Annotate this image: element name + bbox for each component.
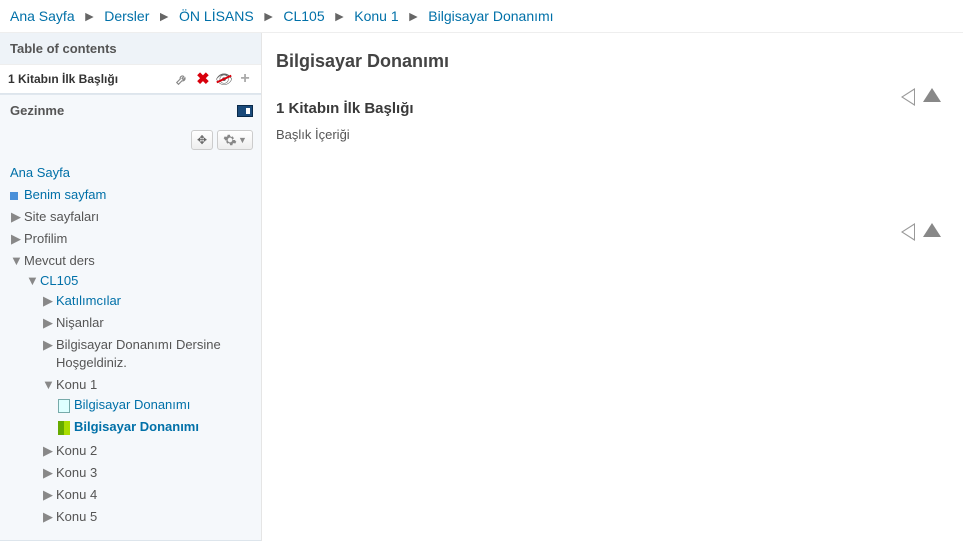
nav-mypage[interactable]: Benim sayfam (24, 187, 106, 202)
prev-chapter-icon[interactable] (901, 88, 915, 106)
chapter-nav-top (901, 88, 941, 106)
prev-chapter-icon[interactable] (901, 223, 915, 241)
chapter-nav-bottom (901, 223, 941, 241)
toc-current-label: 1 Kitabın İlk Başlığı (8, 72, 174, 86)
expand-icon[interactable]: ▶ (42, 292, 54, 310)
up-icon[interactable] (923, 223, 941, 237)
expand-icon[interactable]: ▶ (10, 230, 22, 248)
page-icon (58, 399, 70, 413)
expand-icon[interactable]: ▶ (10, 208, 22, 226)
expand-icon[interactable]: ▶ (42, 486, 54, 504)
delete-icon[interactable]: ✖ (195, 71, 211, 87)
add-icon[interactable]: + (237, 71, 253, 87)
expand-icon[interactable]: ▶ (42, 336, 54, 354)
nav-block: Gezinme ✥ ▼ Ana Sayfa Benim sayfam ▶Site… (0, 94, 261, 541)
nav-welcome[interactable]: Bilgisayar Donanımı Dersine Hoşgeldiniz. (56, 336, 236, 372)
nav-participants[interactable]: Katılımcılar (56, 293, 121, 308)
gear-icon[interactable]: ▼ (217, 130, 253, 150)
breadcrumb-sep: ► (83, 8, 97, 24)
breadcrumb-item[interactable]: Ana Sayfa (10, 8, 75, 24)
breadcrumb-sep: ► (407, 8, 421, 24)
breadcrumb-item[interactable]: ÖN LİSANS (179, 8, 254, 24)
breadcrumb: Ana Sayfa ► Dersler ► ÖN LİSANS ► CL105 … (0, 0, 963, 33)
expand-icon[interactable]: ▶ (42, 508, 54, 526)
chapter-body: Başlık İçeriği (276, 127, 941, 142)
nav-topic3[interactable]: Konu 3 (56, 465, 97, 480)
breadcrumb-sep: ► (157, 8, 171, 24)
dock-icon[interactable] (237, 105, 253, 117)
nav-topic4[interactable]: Konu 4 (56, 487, 97, 502)
nav-header: Gezinme (10, 103, 237, 118)
breadcrumb-item[interactable]: Konu 1 (354, 8, 398, 24)
nav-profile[interactable]: Profilim (24, 231, 67, 246)
nav-topic5[interactable]: Konu 5 (56, 509, 97, 524)
nav-topic2[interactable]: Konu 2 (56, 443, 97, 458)
nav-currentcourse[interactable]: Mevcut ders (24, 253, 95, 268)
nav-tree: Ana Sayfa Benim sayfam ▶Site sayfaları ▶… (0, 158, 261, 540)
collapse-icon[interactable]: ▼ (42, 376, 54, 394)
nav-home[interactable]: Ana Sayfa (10, 165, 70, 180)
nav-resource[interactable]: Bilgisayar Donanımı (74, 397, 190, 412)
breadcrumb-item[interactable]: Dersler (104, 8, 149, 24)
collapse-icon[interactable]: ▼ (26, 272, 38, 290)
toc-current-item: 1 Kitabın İlk Başlığı ✖ 👁 + (0, 64, 261, 93)
wrench-icon[interactable] (174, 71, 190, 87)
collapse-icon[interactable]: ▼ (10, 252, 22, 270)
expand-icon[interactable]: ▶ (42, 464, 54, 482)
nav-course[interactable]: CL105 (40, 273, 78, 288)
book-icon (58, 421, 70, 435)
move-icon[interactable]: ✥ (191, 130, 213, 150)
expand-icon[interactable]: ▶ (42, 442, 54, 460)
breadcrumb-sep: ► (333, 8, 347, 24)
nav-sitepages[interactable]: Site sayfaları (24, 209, 99, 224)
nav-topic1[interactable]: Konu 1 (56, 377, 97, 392)
sidebar: Table of contents 1 Kitabın İlk Başlığı … (0, 33, 262, 541)
expand-icon[interactable]: ▶ (42, 314, 54, 332)
toc-header: Table of contents (0, 33, 261, 64)
breadcrumb-sep: ► (262, 8, 276, 24)
breadcrumb-item[interactable]: CL105 (283, 8, 324, 24)
breadcrumb-item[interactable]: Bilgisayar Donanımı (428, 8, 553, 24)
nav-resource-current[interactable]: Bilgisayar Donanımı (74, 419, 199, 434)
main-content: Bilgisayar Donanımı 1 Kitabın İlk Başlığ… (262, 33, 963, 541)
nav-badges[interactable]: Nişanlar (56, 315, 104, 330)
chapter-title: 1 Kitabın İlk Başlığı (276, 100, 941, 117)
toc-block: Table of contents 1 Kitabın İlk Başlığı … (0, 33, 261, 94)
hide-icon[interactable]: 👁 (216, 71, 232, 87)
page-title: Bilgisayar Donanımı (276, 51, 941, 72)
up-icon[interactable] (923, 88, 941, 102)
